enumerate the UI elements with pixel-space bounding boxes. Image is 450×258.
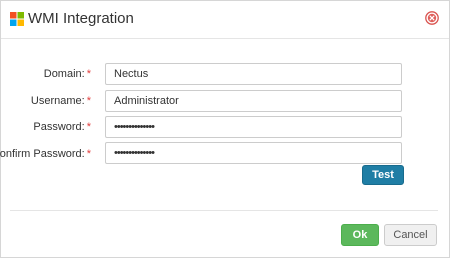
domain-field[interactable]: Nectus [105, 63, 402, 85]
username-label: Username: * [0, 95, 91, 107]
password-label-text: Password: [33, 121, 85, 133]
ok-button[interactable]: Ok [341, 224, 379, 246]
password-field[interactable]: •••••••••••••• [105, 116, 402, 138]
required-marker: * [86, 148, 91, 160]
domain-label-text: Domain: [43, 68, 85, 80]
confirm-password-field[interactable]: •••••••••••••• [105, 142, 402, 164]
required-marker: * [86, 68, 91, 80]
cancel-button[interactable]: Cancel [384, 224, 437, 246]
close-icon[interactable] [425, 11, 439, 25]
dialog-header: WMI Integration [1, 1, 449, 39]
password-label: Password: * [0, 121, 91, 133]
confirm-password-label-text: Confirm Password: [0, 148, 85, 160]
windows-logo-icon [10, 12, 24, 26]
username-label-text: Username: [30, 95, 85, 107]
confirm-password-label: Confirm Password: * [0, 148, 91, 160]
required-marker: * [86, 121, 91, 133]
footer-divider [10, 210, 438, 211]
wmi-integration-dialog: WMI Integration Domain: * Nectus Username… [0, 0, 450, 258]
username-field[interactable]: Administrator [105, 90, 402, 112]
dialog-title: WMI Integration [28, 10, 134, 27]
test-button[interactable]: Test [362, 165, 404, 185]
domain-label: Domain: * [0, 68, 91, 80]
required-marker: * [86, 95, 91, 107]
